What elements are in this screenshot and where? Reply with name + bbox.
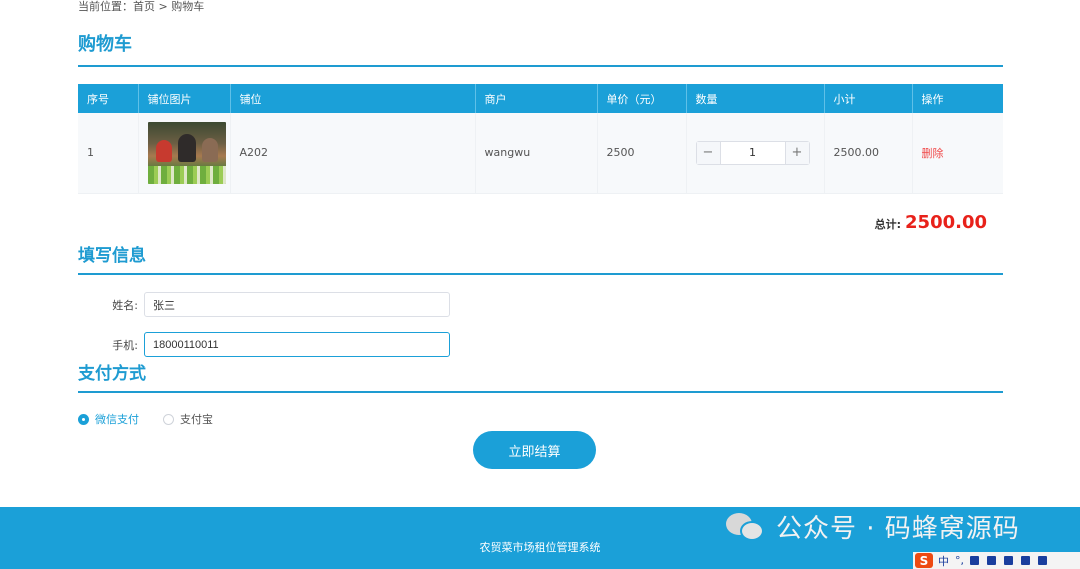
breadcrumb-home-link[interactable]: 首页	[133, 0, 155, 13]
total-label: 总计:	[874, 218, 902, 231]
cell-quantity: − 1 +	[686, 113, 825, 194]
cart-total: 总计: 2500.00	[875, 212, 987, 233]
phone-row: 手机:	[78, 332, 450, 357]
breadcrumb-separator: >	[155, 0, 172, 13]
phone-label: 手机:	[112, 338, 138, 352]
payment-option-alipay[interactable]: 支付宝	[163, 411, 213, 427]
col-header-action: 操作	[912, 84, 1003, 113]
cell-index: 1	[78, 113, 139, 194]
keyboard-icon[interactable]	[987, 556, 996, 565]
microphone-icon[interactable]	[970, 556, 979, 565]
payment-option-label: 微信支付	[95, 413, 139, 426]
wechat-icon	[726, 511, 766, 543]
chat-icon[interactable]	[1021, 556, 1030, 565]
cell-stall: A202	[230, 113, 476, 194]
ime-mode-label[interactable]: 中	[938, 553, 949, 569]
name-label: 姓名:	[112, 298, 138, 312]
info-title: 填写信息	[78, 246, 146, 266]
col-header-index: 序号	[78, 84, 139, 113]
total-amount: 2500.00	[905, 212, 987, 233]
grid-icon[interactable]	[1038, 556, 1047, 565]
quantity-stepper: − 1 +	[695, 140, 810, 165]
watermark-text: 公众号 · 码蜂窝源码	[776, 514, 1020, 544]
cart-title-divider	[78, 65, 1003, 67]
watermark: 公众号 · 码蜂窝源码	[726, 508, 1020, 545]
col-header-image: 铺位图片	[138, 84, 231, 113]
cart-title: 购物车	[78, 34, 132, 55]
table-row: 1 A202 wangwu 2500 − 1 + 2500.00 删除	[78, 113, 1003, 194]
stall-photo	[147, 121, 226, 184]
breadcrumb-current: 购物车	[171, 0, 205, 13]
name-row: 姓名:	[78, 292, 450, 317]
ime-punct-label[interactable]: °,	[955, 554, 964, 567]
sogou-logo-icon[interactable]: S	[915, 553, 933, 568]
cell-subtotal: 2500.00	[824, 113, 913, 194]
breadcrumb: 当前位置：首页 > 购物车	[78, 0, 204, 14]
quantity-input[interactable]: 1	[721, 146, 785, 159]
payment-option-label: 支付宝	[180, 413, 213, 426]
info-title-divider	[78, 273, 1003, 275]
payment-options: 微信支付 支付宝	[78, 411, 237, 427]
col-header-quantity: 数量	[686, 84, 825, 113]
cell-price: 2500	[597, 113, 687, 194]
payment-title: 支付方式	[78, 364, 146, 384]
page: 当前位置：首页 > 购物车 购物车 序号 铺位图片 铺位 商户 单价（元） 数量…	[0, 0, 1080, 569]
col-header-merchant: 商户	[475, 84, 598, 113]
cell-image	[138, 113, 231, 194]
cart-table: 序号 铺位图片 铺位 商户 单价（元） 数量 小计 操作 1 A202 wang…	[78, 84, 1003, 194]
radio-unselected-icon	[163, 413, 174, 425]
payment-option-wechat[interactable]: 微信支付	[78, 411, 139, 427]
quantity-increase-button[interactable]: +	[784, 141, 809, 164]
cell-merchant: wangwu	[475, 113, 598, 194]
checkout-button[interactable]: 立即结算	[473, 431, 596, 469]
quantity-decrease-button[interactable]: −	[696, 141, 721, 164]
name-input[interactable]	[144, 292, 450, 317]
phone-input[interactable]	[144, 332, 450, 357]
col-header-stall: 铺位	[230, 84, 476, 113]
col-header-subtotal: 小计	[824, 84, 913, 113]
cart-table-header: 序号 铺位图片 铺位 商户 单价（元） 数量 小计 操作	[78, 84, 1003, 113]
payment-title-divider	[78, 391, 1003, 393]
shirt-icon[interactable]	[1004, 556, 1013, 565]
breadcrumb-prefix: 当前位置：	[78, 0, 133, 13]
radio-selected-icon	[78, 413, 89, 425]
cell-action: 删除	[912, 113, 1003, 194]
col-header-price: 单价（元）	[597, 84, 687, 113]
ime-toolbar: S 中 °,	[913, 552, 1080, 569]
delete-link[interactable]: 删除	[922, 147, 944, 160]
